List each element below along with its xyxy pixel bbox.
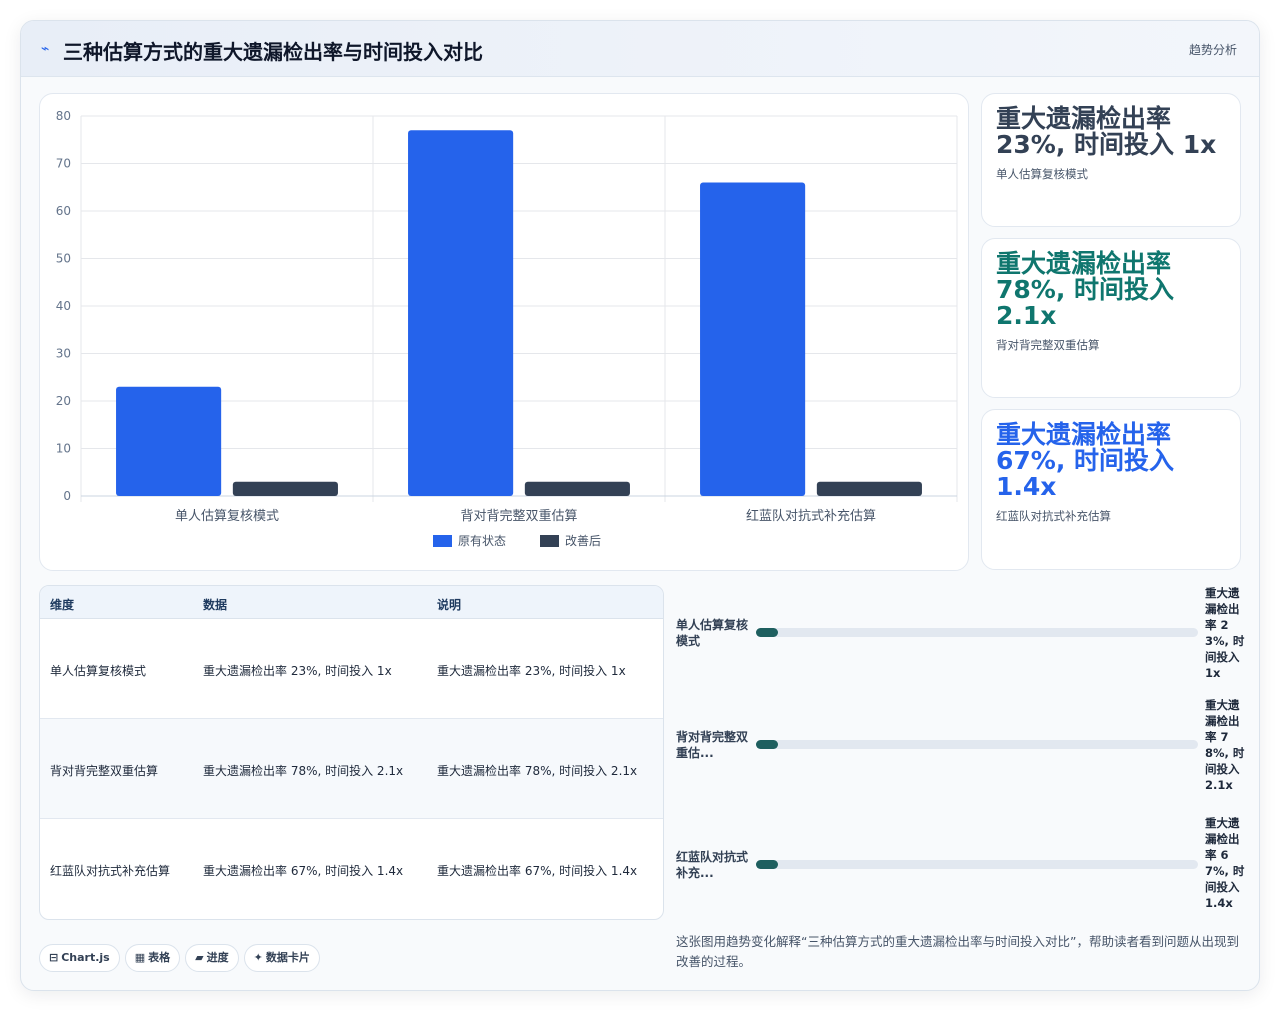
stat-card-redblue: 重大遗漏检出率 67%, 时间投入 1.4x 红蓝队对抗式补充估算	[981, 409, 1241, 570]
stat-label: 红蓝队对抗式补充估算	[996, 509, 1111, 523]
y-tick-label: 20	[56, 394, 71, 408]
progress-value: 重大遗漏检出率 67%, 时间投入 1.4x	[1205, 816, 1245, 910]
y-tick-label: 60	[56, 204, 71, 218]
column-header: 维度	[50, 598, 75, 612]
progress-track	[756, 628, 1198, 637]
sparkle-icon: ✦	[253, 951, 263, 964]
legend-swatch	[540, 535, 559, 547]
progress-track	[756, 860, 1198, 869]
progress-value: 重大遗漏检出率 78%, 时间投入 2.1x	[1205, 698, 1245, 792]
x-tick-label: 单人估算复核模式	[175, 509, 279, 524]
legend-label: 原有状态	[458, 534, 506, 548]
legend-swatch	[433, 535, 452, 547]
stat-value: 重大遗漏检出率 78%, 时间投入 2.1x	[996, 249, 1175, 330]
progress-label: 背对背完整双重估...	[676, 730, 749, 760]
progress-fill	[756, 628, 779, 637]
y-tick-label: 50	[56, 252, 71, 266]
progress-row: 红蓝队对抗式补充... 重大遗漏检出率 67%, 时间投入 1.4x	[676, 816, 1244, 921]
page-title: 三种估算方式的重大遗漏检出率与时间投入对比	[63, 40, 483, 64]
bar	[524, 481, 630, 496]
column-header: 数据	[203, 598, 228, 612]
y-tick-label: 40	[56, 299, 71, 313]
pill-label: 进度	[206, 951, 229, 964]
pill-table[interactable]: ▦ 表格	[124, 944, 181, 972]
table-row: 背对背完整双重估算 重大遗漏检出率 78%, 时间投入 2.1x 重大遗漏检出率…	[40, 719, 663, 819]
pill-label: 数据卡片	[265, 951, 310, 964]
progress-fill	[756, 740, 779, 749]
y-tick-label: 70	[56, 157, 71, 171]
header-bar: ⌁ 三种估算方式的重大遗漏检出率与时间投入对比 趋势分析	[21, 21, 1259, 77]
dashboard-card: ⌁ 三种估算方式的重大遗漏检出率与时间投入对比 趋势分析 0 10 20 30 40 50…	[20, 20, 1260, 991]
table-cell: 背对背完整双重估算	[50, 764, 159, 778]
stat-label: 单人估算复核模式	[996, 167, 1088, 181]
pill-progress[interactable]: ▰ 进度	[185, 944, 239, 972]
x-tick-label: 背对背完整双重估算	[460, 508, 577, 524]
pill-data-cards[interactable]: ✦ 数据卡片	[243, 944, 320, 972]
stat-value: 重大遗漏检出率 67%, 时间投入 1.4x	[996, 420, 1175, 501]
progress-row: 背对背完整双重估... 重大遗漏检出率 78%, 时间投入 2.1x	[676, 698, 1244, 803]
table-row: 红蓝队对抗式补充估算 重大遗漏检出率 67%, 时间投入 1.4x 重大遗漏检出…	[40, 819, 663, 919]
stat-card-double: 重大遗漏检出率 78%, 时间投入 2.1x 背对背完整双重估算	[981, 238, 1241, 398]
bar	[700, 182, 806, 496]
bar	[816, 481, 922, 496]
progress-label: 红蓝队对抗式补充...	[676, 850, 749, 880]
y-tick-label: 0	[63, 489, 71, 503]
chart-icon: ⊟	[49, 951, 59, 964]
header-tag: 趋势分析	[1188, 43, 1237, 57]
stat-label: 背对背完整双重估算	[996, 338, 1100, 352]
bar-chart-panel: 0 10 20 30 40 50 60 70 80 单人估算复核模式 背对背完整双重估算 红蓝队对抗式…	[39, 93, 969, 571]
table-cell: 重大遗漏检出率 23%, 时间投入 1x	[203, 664, 392, 678]
table-cell: 红蓝队对抗式补充估算	[50, 864, 171, 878]
pill-chartjs[interactable]: ⊟ Chart.js	[39, 944, 120, 972]
stat-card-single: 重大遗漏检出率 23%, 时间投入 1x 单人估算复核模式	[981, 93, 1241, 227]
table-cell: 重大遗漏检出率 67%, 时间投入 1.4x	[203, 864, 404, 878]
table-cell: 重大遗漏检出率 78%, 时间投入 2.1x	[203, 764, 404, 778]
bar	[232, 481, 338, 496]
pill-list: ⊟ Chart.js ▦ 表格 ▰ 进度 ✦ 数据卡片	[39, 944, 325, 972]
table-cell: 重大遗漏检出率 78%, 时间投入 2.1x	[437, 764, 638, 778]
progress-fill	[756, 860, 779, 869]
pill-label: 表格	[148, 951, 171, 964]
table-header: 维度 数据 说明	[40, 586, 663, 619]
table-cell: 重大遗漏检出率 67%, 时间投入 1.4x	[437, 864, 638, 878]
table-row: 单人估算复核模式 重大遗漏检出率 23%, 时间投入 1x 重大遗漏检出率 23…	[40, 619, 663, 719]
bar-chart: 0 10 20 30 40 50 60 70 80 单人估算复核模式 背对背完整双重估算 红蓝队对抗式…	[56, 109, 958, 548]
chart-description: 这张图用趋势变化解释“三种估算方式的重大遗漏检出率与时间投入对比”，帮助读者看到…	[676, 934, 1239, 969]
column-header: 说明	[437, 598, 462, 612]
bar	[408, 130, 514, 496]
legend-label: 改善后	[565, 533, 601, 548]
bar	[116, 386, 222, 496]
table-icon: ▦	[134, 951, 146, 964]
stat-value: 重大遗漏检出率 23%, 时间投入 1x	[996, 104, 1217, 159]
table-cell: 重大遗漏检出率 23%, 时间投入 1x	[437, 664, 626, 678]
progress-icon: ▰	[195, 951, 204, 964]
progress-label: 单人估算复核模式	[676, 618, 749, 648]
y-tick-label: 80	[56, 109, 71, 123]
progress-row: 单人估算复核模式 重大遗漏检出率 23%, 时间投入 1x	[676, 586, 1244, 691]
data-table: 维度 数据 说明 单人估算复核模式 重大遗漏检出率 23%, 时间投入 1x 重…	[39, 585, 664, 920]
pill-label: Chart.js	[61, 951, 110, 964]
progress-value: 重大遗漏检出率 23%, 时间投入 1x	[1205, 586, 1245, 680]
progress-track	[756, 740, 1198, 749]
x-tick-label: 红蓝队对抗式补充估算	[746, 508, 876, 524]
y-tick-label: 10	[56, 442, 71, 456]
y-tick-label: 30	[56, 347, 71, 361]
table-cell: 单人估算复核模式	[50, 664, 147, 678]
trend-icon: ⌁	[41, 41, 50, 57]
